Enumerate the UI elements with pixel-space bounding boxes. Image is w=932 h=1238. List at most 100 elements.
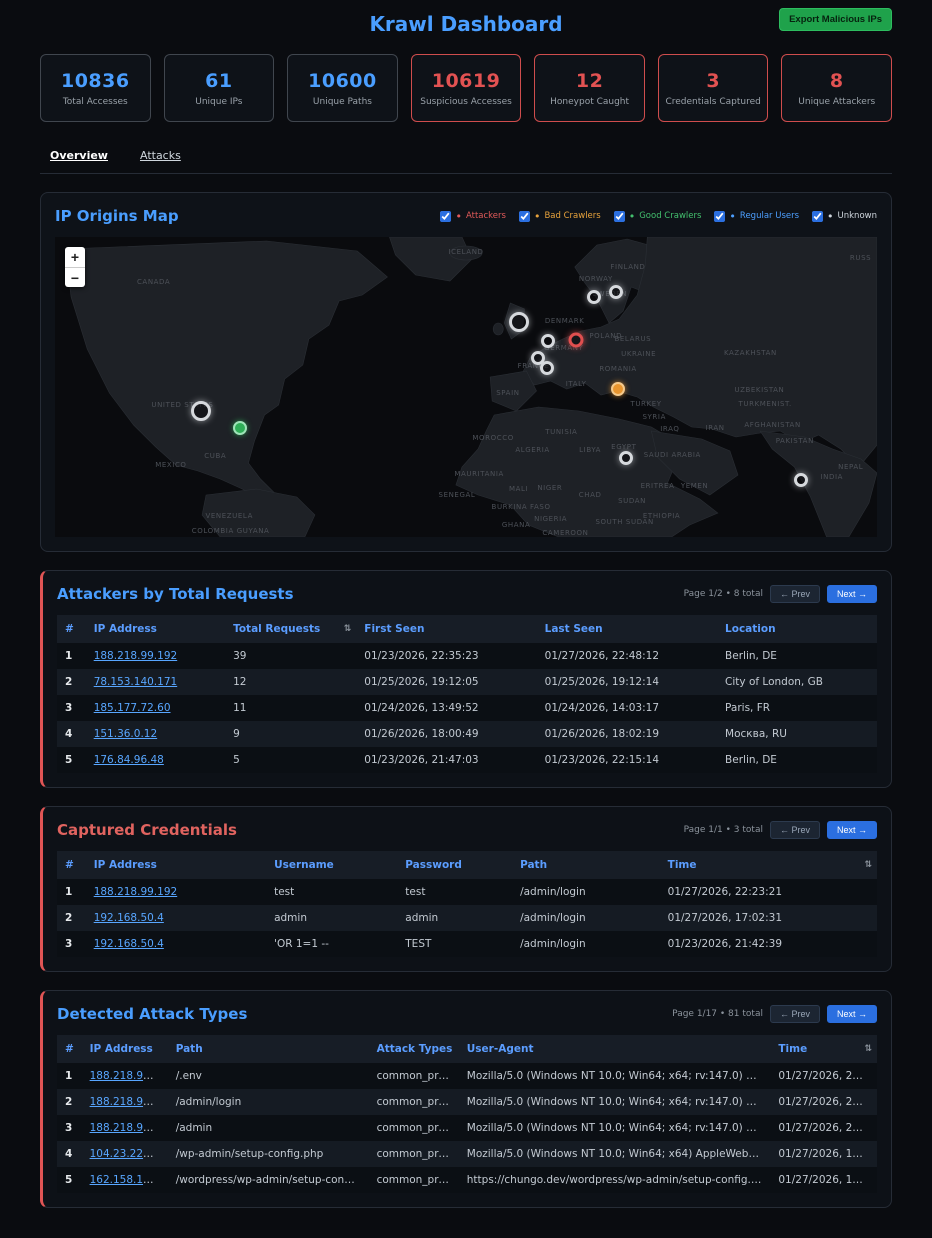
ip-address-link[interactable]: 192.168.50.4 <box>94 912 164 924</box>
table-row: 5176.84.96.48501/23/2026, 21:47:0301/23/… <box>57 747 877 773</box>
ip-address-link[interactable]: 104.23.223.128 <box>90 1148 168 1160</box>
legend-dot-unknown: • <box>827 211 834 222</box>
sort-icon[interactable]: ⇅ <box>344 624 352 634</box>
table-cell: 01/27/2026, 22:48:12 <box>537 643 717 669</box>
table-row: 3192.168.50.4'OR 1=1 --TEST/admin/login0… <box>57 931 877 957</box>
dashboard-page: Krawl Dashboard Export Malicious IPs 108… <box>0 0 932 1238</box>
map-marker-unknown[interactable] <box>619 451 633 465</box>
legend-item-good-crawlers: •Good Crawlers <box>614 211 702 222</box>
column-header-last-seen[interactable]: Last Seen <box>537 615 717 643</box>
column-header-attack-types[interactable]: Attack Types <box>369 1035 459 1063</box>
column-header-password[interactable]: Password <box>397 851 512 879</box>
map-marker-unknown[interactable] <box>191 401 211 421</box>
stat-card-total-accesses: 10836Total Accesses <box>40 54 151 122</box>
legend-checkbox-regular-users[interactable] <box>714 211 725 222</box>
next-page-button[interactable]: Next → <box>827 585 877 603</box>
attacks-panel-title: Detected Attack Types <box>57 1005 247 1023</box>
legend-item-regular-users: •Regular Users <box>714 211 799 222</box>
table-cell: admin <box>397 905 512 931</box>
column-header-path[interactable]: Path <box>168 1035 369 1063</box>
table-cell: 9 <box>225 721 356 747</box>
table-cell: common_probes <box>369 1089 459 1115</box>
column-header-ip-address[interactable]: IP Address <box>86 615 225 643</box>
table-cell: 01/23/2026, 21:42:39 <box>660 931 877 957</box>
column-header-ip-address[interactable]: IP Address <box>82 1035 168 1063</box>
ip-address-link[interactable]: 188.218.99.192 <box>90 1070 168 1082</box>
tab-attacks[interactable]: Attacks <box>140 149 181 162</box>
column-header-path[interactable]: Path <box>512 851 660 879</box>
column-header-[interactable]: # <box>57 851 86 879</box>
map-marker-unknown[interactable] <box>609 285 623 299</box>
table-row: 4151.36.0.12901/26/2026, 18:00:4901/26/2… <box>57 721 877 747</box>
map-marker-unknown[interactable] <box>794 473 808 487</box>
ip-address-link[interactable]: 188.218.99.192 <box>90 1122 168 1134</box>
column-header-[interactable]: # <box>57 1035 82 1063</box>
ip-address-link[interactable]: 162.158.182.104 <box>90 1174 168 1186</box>
legend-checkbox-unknown[interactable] <box>812 211 823 222</box>
legend-checkbox-bad-crawlers[interactable] <box>519 211 530 222</box>
attacks-pager: Page 1/17 • 81 total ← Prev Next → <box>672 1005 877 1023</box>
map-marker-unknown[interactable] <box>509 312 529 332</box>
column-header-username[interactable]: Username <box>266 851 397 879</box>
table-cell: 1 <box>57 879 86 905</box>
ip-address-link[interactable]: 78.153.140.171 <box>94 676 178 688</box>
table-cell: 192.168.50.4 <box>86 931 266 957</box>
tab-bar: Overview Attacks <box>40 144 892 174</box>
table-cell: Mozilla/5.0 (Windows NT 10.0; Win64; x64… <box>459 1063 771 1089</box>
sort-icon[interactable]: ⇅ <box>864 860 872 870</box>
ip-address-link[interactable]: 192.168.50.4 <box>94 938 164 950</box>
export-malicious-ips-button[interactable]: Export Malicious IPs <box>779 8 892 31</box>
table-cell: 3 <box>57 931 86 957</box>
column-header-ip-address[interactable]: IP Address <box>86 851 266 879</box>
page-title: Krawl Dashboard <box>369 12 562 36</box>
ip-address-link[interactable]: 151.36.0.12 <box>94 728 157 740</box>
sort-icon[interactable]: ⇅ <box>864 1044 872 1054</box>
ip-origins-map-panel: IP Origins Map •Attackers•Bad Crawlers•G… <box>40 192 892 552</box>
table-cell: 188.218.99.192 <box>86 643 225 669</box>
table-cell: 01/24/2026, 13:49:52 <box>356 695 536 721</box>
legend-dot-attackers: • <box>455 211 462 222</box>
prev-page-button[interactable]: ← Prev <box>770 1005 820 1023</box>
column-header-location[interactable]: Location <box>717 615 877 643</box>
map-marker-unknown[interactable] <box>587 290 601 304</box>
table-cell: test <box>266 879 397 905</box>
world-map[interactable]: CANADAICELANDRUSSFINLANDNORWAYSWEDENUNIT… <box>55 237 877 537</box>
map-marker-unknown[interactable] <box>541 334 555 348</box>
ip-address-link[interactable]: 176.84.96.48 <box>94 754 164 766</box>
prev-page-button[interactable]: ← Prev <box>770 821 820 839</box>
ip-address-link[interactable]: 185.177.72.60 <box>94 702 171 714</box>
column-header-total-requests[interactable]: Total Requests⇅ <box>225 615 356 643</box>
column-header-time[interactable]: Time⇅ <box>660 851 877 879</box>
stat-label: Unique Attackers <box>798 97 875 107</box>
ip-address-link[interactable]: 188.218.99.192 <box>90 1096 168 1108</box>
map-marker-good[interactable] <box>233 421 247 435</box>
legend-checkbox-attackers[interactable] <box>440 211 451 222</box>
table-cell: 1 <box>57 1063 82 1089</box>
table-cell: /wp-admin/setup-config.php <box>168 1141 369 1167</box>
table-cell: 01/27/2026, 22:23:21 <box>770 1089 877 1115</box>
table-cell: common_probes <box>369 1115 459 1141</box>
stats-row: 10836Total Accesses61Unique IPs10600Uniq… <box>40 54 892 122</box>
ip-address-link[interactable]: 188.218.99.192 <box>94 886 178 898</box>
column-header-time[interactable]: Time⇅ <box>770 1035 877 1063</box>
map-marker-attacker[interactable] <box>569 332 584 347</box>
legend-checkbox-good-crawlers[interactable] <box>614 211 625 222</box>
column-header-user-agent[interactable]: User-Agent <box>459 1035 771 1063</box>
column-header-[interactable]: # <box>57 615 86 643</box>
map-marker-unknown[interactable] <box>540 361 554 375</box>
next-page-button[interactable]: Next → <box>827 821 877 839</box>
stat-card-suspicious-accesses: 10619Suspicious Accesses <box>411 54 522 122</box>
ip-address-link[interactable]: 188.218.99.192 <box>94 650 178 662</box>
zoom-in-button[interactable]: + <box>65 247 85 267</box>
column-header-first-seen[interactable]: First Seen <box>356 615 536 643</box>
map-marker-bad[interactable] <box>611 382 625 396</box>
prev-page-button[interactable]: ← Prev <box>770 585 820 603</box>
zoom-out-button[interactable]: − <box>65 267 85 287</box>
table-cell: 78.153.140.171 <box>86 669 225 695</box>
table-cell: 11 <box>225 695 356 721</box>
next-page-button[interactable]: Next → <box>827 1005 877 1023</box>
table-cell: 176.84.96.48 <box>86 747 225 773</box>
table-cell: TEST <box>397 931 512 957</box>
tab-overview[interactable]: Overview <box>50 149 108 162</box>
table-row: 2192.168.50.4adminadmin/admin/login01/27… <box>57 905 877 931</box>
